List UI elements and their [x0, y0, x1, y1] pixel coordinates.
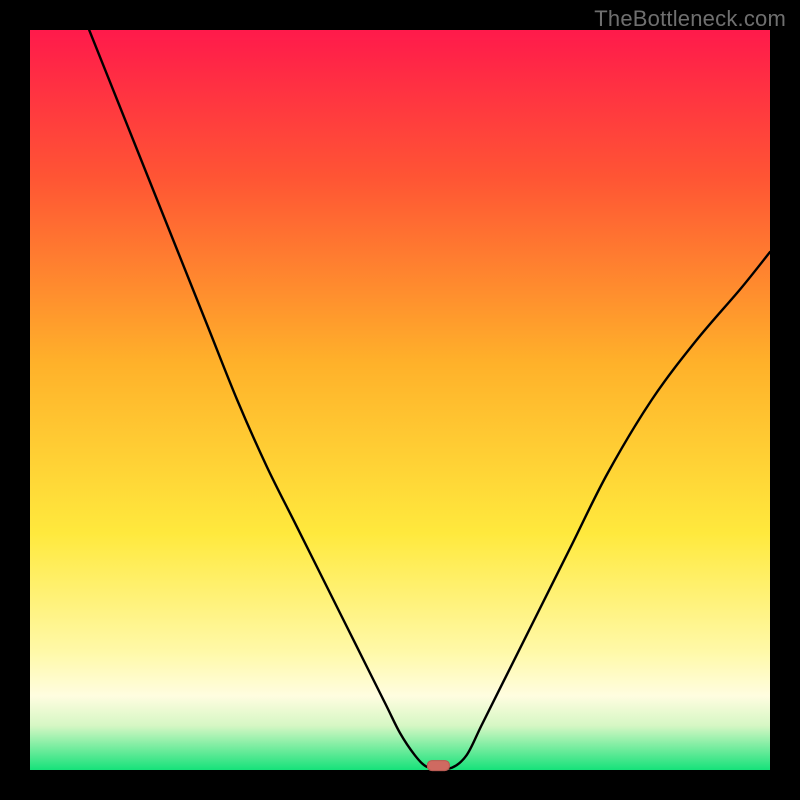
watermark-text: TheBottleneck.com: [594, 6, 786, 32]
chart-frame: TheBottleneck.com: [0, 0, 800, 800]
bottleneck-curve: [30, 30, 770, 770]
plot-area: [30, 30, 770, 770]
optimal-marker: [427, 760, 449, 772]
